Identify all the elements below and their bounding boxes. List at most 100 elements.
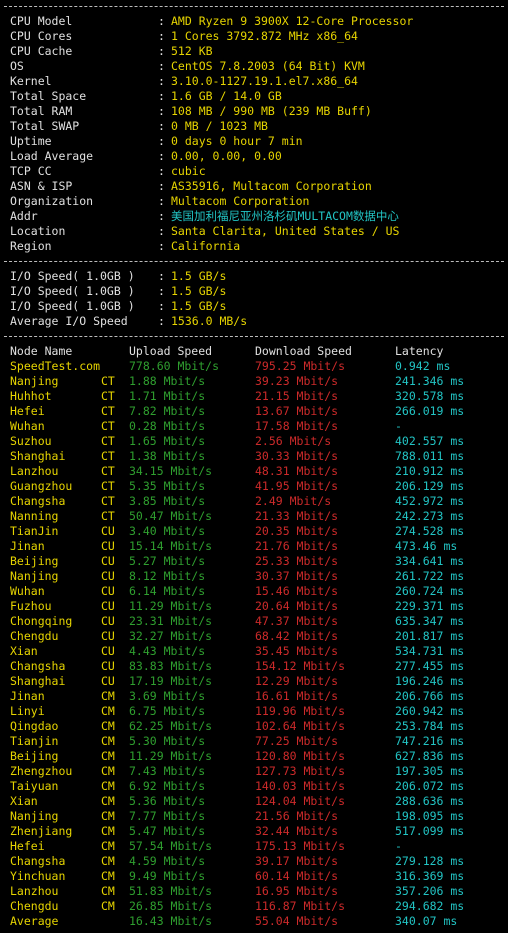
latency: 242.273 ms <box>395 509 465 523</box>
upload-speed: 23.31 Mbit/s <box>129 614 213 628</box>
separator-colon: : <box>158 194 165 208</box>
speed-row: Nanjing CU 8.12 Mbit/s 30.37 Mbit/s 261.722 … <box>0 569 508 584</box>
separator-colon: : <box>158 119 165 133</box>
info-value: CentOS 7.8.2003 (64 Bit) KVM <box>171 59 365 73</box>
speed-row: Chengdu CU 32.27 Mbit/s 68.42 Mbit/s 201.817… <box>0 629 508 644</box>
node-name: Lanzhou <box>10 884 59 898</box>
isp-code: CT <box>101 479 115 493</box>
speed-row: TianJin CU 3.40 Mbit/s 20.35 Mbit/s 274.528 … <box>0 524 508 539</box>
latency: 334.641 ms <box>395 554 465 568</box>
download-speed: 13.67 Mbit/s <box>255 404 339 418</box>
speed-row: Shanghai CT 1.38 Mbit/s 30.33 Mbit/s 788.011… <box>0 449 508 464</box>
info-row: Total Space:1.6 GB / 14.0 GB <box>0 89 508 104</box>
download-speed: 55.04 Mbit/s <box>255 914 339 928</box>
upload-speed: 7.43 Mbit/s <box>129 764 206 778</box>
upload-speed: 0.28 Mbit/s <box>129 419 206 433</box>
info-label: Uptime <box>10 134 52 148</box>
latency: - <box>395 839 402 853</box>
separator-colon: : <box>158 14 165 28</box>
latency: 357.206 ms <box>395 884 465 898</box>
upload-speed: 7.82 Mbit/s <box>129 404 206 418</box>
download-speed: 21.76 Mbit/s <box>255 539 339 553</box>
io-row: Average I/O Speed:1536.0 MB/s <box>0 314 508 329</box>
node-name: Xian <box>10 794 38 808</box>
info-row: Addr: 美国加利福尼亚州洛杉矶MULTACOM数据中心 <box>0 209 508 224</box>
node-name: Yinchuan <box>10 869 66 883</box>
isp-code: CT <box>101 434 115 448</box>
node-name: Wuhan <box>10 584 45 598</box>
node-name: Average <box>10 914 59 928</box>
upload-speed: 83.83 Mbit/s <box>129 659 213 673</box>
download-speed: 41.95 Mbit/s <box>255 479 339 493</box>
node-name: Nanjing <box>10 569 59 583</box>
upload-speed: 1.71 Mbit/s <box>129 389 206 403</box>
upload-speed: 8.12 Mbit/s <box>129 569 206 583</box>
latency: 452.972 ms <box>395 494 465 508</box>
node-name: Tianjin <box>10 734 59 748</box>
speed-row: Taiyuan CM 6.92 Mbit/s 140.03 Mbit/s 206.072… <box>0 779 508 794</box>
isp-code: CU <box>101 629 115 643</box>
download-speed: 25.33 Mbit/s <box>255 554 339 568</box>
download-speed: 60.14 Mbit/s <box>255 869 339 883</box>
node-name: Nanjing <box>10 374 59 388</box>
info-label: CPU Model <box>10 14 73 28</box>
isp-code: CU <box>101 674 115 688</box>
speed-row: Chengdu CM 26.85 Mbit/s 116.87 Mbit/s 294.68… <box>0 899 508 914</box>
download-speed: 15.46 Mbit/s <box>255 584 339 598</box>
separator-colon: : <box>158 104 165 118</box>
latency: 197.305 ms <box>395 764 465 778</box>
download-speed: 2.56 Mbit/s <box>255 434 332 448</box>
node-name: Nanjing <box>10 809 59 823</box>
node-name: Suzhou <box>10 434 52 448</box>
isp-code: CM <box>101 704 115 718</box>
node-name: Changsha <box>10 494 66 508</box>
info-value: 美国加利福尼亚州洛杉矶MULTACOM数据中心 <box>171 209 399 223</box>
speed-row: Beijing CM 11.29 Mbit/s 120.80 Mbit/s 627.83… <box>0 749 508 764</box>
speed-row: Beijing CU 5.27 Mbit/s 25.33 Mbit/s 334.641 … <box>0 554 508 569</box>
latency: 253.784 ms <box>395 719 465 733</box>
upload-speed: 1.65 Mbit/s <box>129 434 206 448</box>
separator-colon: : <box>158 284 165 298</box>
latency: 788.011 ms <box>395 449 465 463</box>
io-label: I/O Speed( 1.0GB ) <box>10 269 135 283</box>
upload-speed: 26.85 Mbit/s <box>129 899 213 913</box>
latency: 241.346 ms <box>395 374 465 388</box>
node-name: Chengdu <box>10 629 59 643</box>
download-speed: 154.12 Mbit/s <box>255 659 346 673</box>
info-row: Region: California <box>0 239 508 254</box>
latency: 320.578 ms <box>395 389 465 403</box>
isp-code: CM <box>101 824 115 838</box>
download-speed: 21.33 Mbit/s <box>255 509 339 523</box>
isp-code: CU <box>101 599 115 613</box>
latency: 627.836 ms <box>395 749 465 763</box>
header-download: Download Speed <box>255 344 352 358</box>
upload-speed: 1.38 Mbit/s <box>129 449 206 463</box>
info-row: Total SWAP:0 MB / 1023 MB <box>0 119 508 134</box>
node-name: Nanning <box>10 509 59 523</box>
info-row: CPU Cache:512 KB <box>0 44 508 59</box>
download-speed: 140.03 Mbit/s <box>255 779 346 793</box>
header-latency: Latency <box>395 344 444 358</box>
info-value: AMD Ryzen 9 3900X 12-Core Processor <box>171 14 414 28</box>
info-value: 1.6 GB / 14.0 GB <box>171 89 282 103</box>
latency: 206.129 ms <box>395 479 465 493</box>
speed-row: Wuhan CT 0.28 Mbit/s 17.58 Mbit/s - <box>0 419 508 434</box>
latency: 206.072 ms <box>395 779 465 793</box>
info-row: Load Average:0.00, 0.00, 0.00 <box>0 149 508 164</box>
latency: 198.095 ms <box>395 809 465 823</box>
latency: 196.246 ms <box>395 674 465 688</box>
separator-colon: : <box>158 179 165 193</box>
io-row: I/O Speed( 1.0GB ):1.5 GB/s <box>0 284 508 299</box>
upload-speed: 57.54 Mbit/s <box>129 839 213 853</box>
latency: 229.371 ms <box>395 599 465 613</box>
io-value: 1.5 GB/s <box>171 284 227 298</box>
upload-speed: 9.49 Mbit/s <box>129 869 206 883</box>
speed-row: Suzhou CT 1.65 Mbit/s 2.56 Mbit/s 402.557 ms <box>0 434 508 449</box>
isp-code: CM <box>101 884 115 898</box>
download-speed: 77.25 Mbit/s <box>255 734 339 748</box>
download-speed: 127.73 Mbit/s <box>255 764 346 778</box>
speed-row: Qingdao CM 62.25 Mbit/s 102.64 Mbit/s 253.78… <box>0 719 508 734</box>
separator-colon: : <box>158 224 165 238</box>
info-value: 1 Cores 3792.872 MHz x86_64 <box>171 29 358 43</box>
latency: 402.557 ms <box>395 434 465 448</box>
